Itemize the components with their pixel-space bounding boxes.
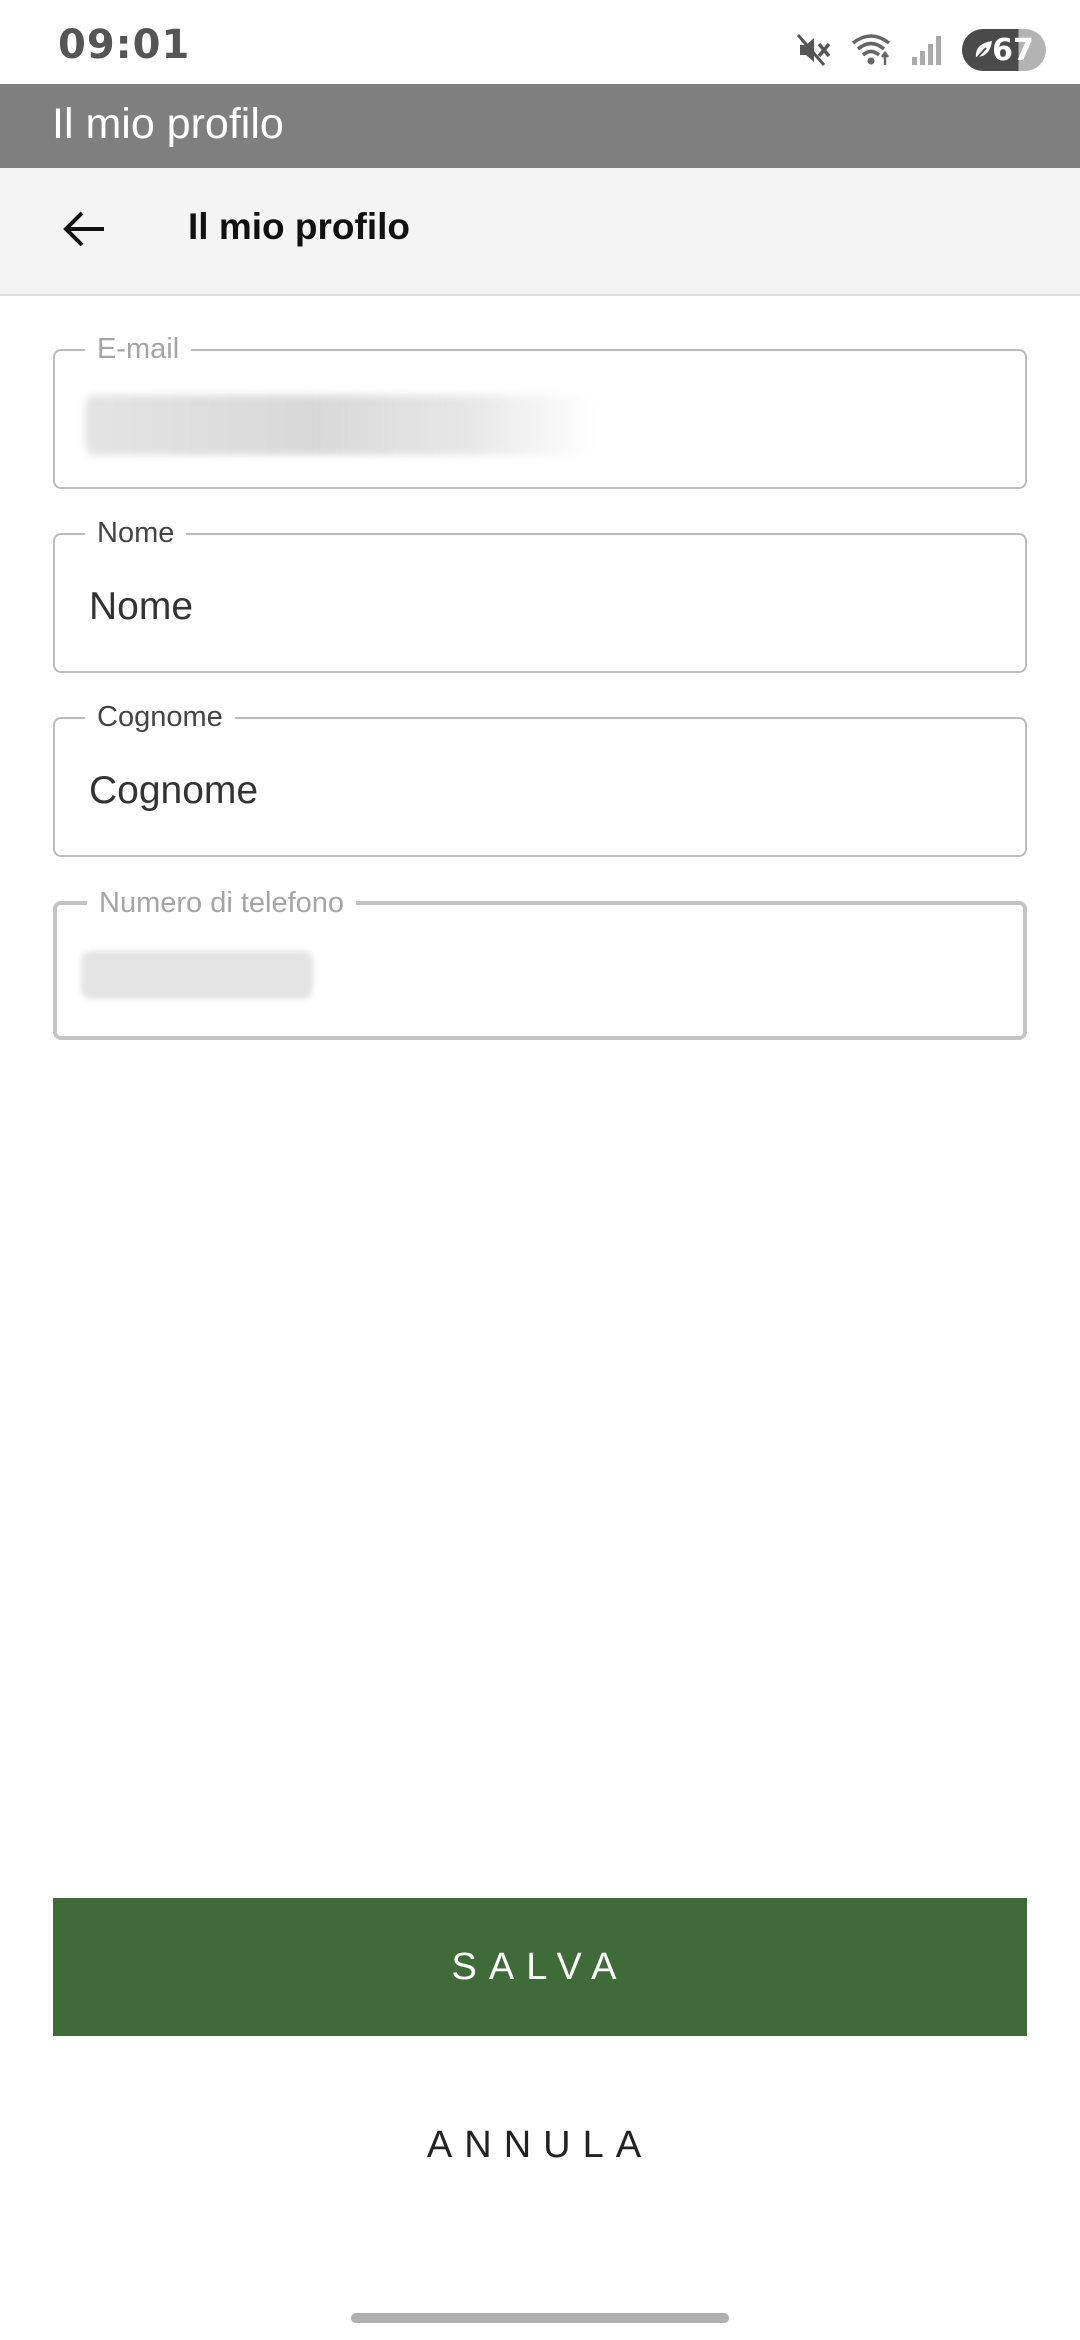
last-name-field[interactable]: Cognome bbox=[53, 699, 1027, 857]
back-button[interactable] bbox=[44, 191, 124, 271]
first-name-input[interactable] bbox=[89, 579, 989, 635]
status-time: 09:01 bbox=[58, 22, 191, 68]
arrow-left-icon bbox=[60, 205, 108, 257]
email-label: E-mail bbox=[85, 331, 192, 367]
status-icons: 67 bbox=[794, 28, 1046, 72]
last-name-label: Cognome bbox=[85, 699, 235, 735]
cancel-button[interactable]: ANNULA bbox=[53, 2080, 1027, 2210]
first-name-label: Nome bbox=[85, 515, 187, 551]
first-name-field[interactable]: Nome bbox=[53, 515, 1027, 673]
phone-field[interactable]: Numero di telefono bbox=[53, 885, 1027, 1040]
battery-icon: 67 bbox=[962, 29, 1046, 71]
email-field[interactable]: E-mail bbox=[53, 331, 1027, 489]
app-title-bar: Il mio profilo bbox=[0, 84, 1080, 168]
phone-label: Numero di telefono bbox=[87, 885, 357, 921]
last-name-input[interactable] bbox=[89, 763, 989, 819]
wifi-icon bbox=[850, 31, 892, 69]
status-bar: 09:01 67 bbox=[0, 0, 1080, 84]
home-indicator[interactable] bbox=[351, 2313, 729, 2323]
signal-icon bbox=[910, 33, 944, 67]
mute-icon bbox=[794, 31, 832, 69]
battery-level: 67 bbox=[992, 32, 1034, 68]
app-title: Il mio profilo bbox=[52, 100, 284, 148]
screen: 09:01 67 Il mio profilo Il mio profilo E… bbox=[0, 0, 1080, 2340]
header: Il mio profilo bbox=[0, 168, 1080, 296]
save-button[interactable]: SALVA bbox=[53, 1898, 1027, 2036]
page-title: Il mio profilo bbox=[188, 206, 410, 247]
email-value-redacted bbox=[85, 395, 595, 455]
phone-value-redacted bbox=[81, 951, 313, 999]
leaf-icon bbox=[972, 38, 994, 62]
